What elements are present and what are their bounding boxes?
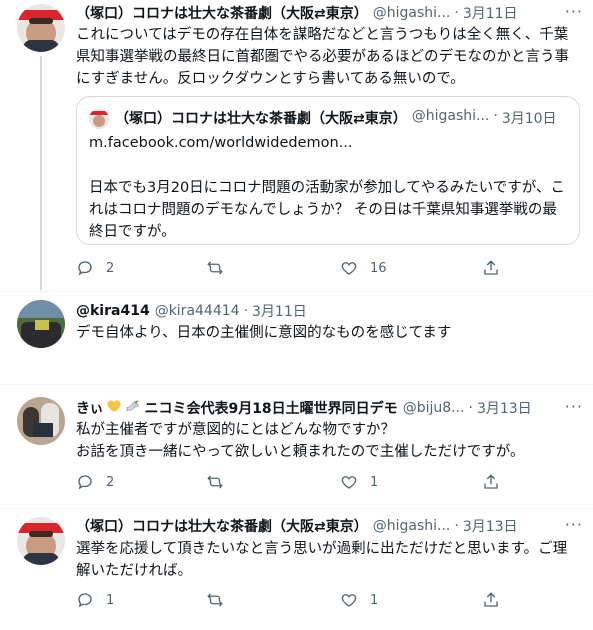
share-button[interactable] (482, 591, 500, 609)
tweet-date[interactable]: 3月11日 (252, 301, 307, 321)
reply-button[interactable]: 2 (76, 259, 114, 277)
reply-icon (78, 261, 92, 276)
reply-button[interactable]: 1 (76, 591, 114, 609)
user-handle[interactable]: @higashi... (373, 518, 451, 534)
action-bar: 1 1 (76, 591, 576, 611)
display-name[interactable]: （塚口）コロナは壮大な茶番劇（大阪⇄東京） (76, 3, 368, 23)
tweet-date[interactable]: 3月11日 (463, 3, 518, 23)
like-button[interactable]: 1 (340, 591, 378, 609)
avatar[interactable] (17, 4, 65, 52)
dove-emoji-icon (125, 398, 141, 418)
reply-icon (78, 475, 92, 490)
share-button[interactable] (482, 259, 500, 277)
like-icon (341, 262, 357, 275)
tweet-header: きぃ ニコミ会代表9月18日土曜世界同日デモ @biju8... · 3月13日 (76, 397, 532, 419)
reply-icon (78, 593, 92, 608)
tweet-4[interactable]: （塚口）コロナは壮大な茶番劇（大阪⇄東京） @higashi... · 3月13… (0, 509, 593, 630)
tweet-2[interactable]: @kira414 @kira44414 · 3月11日 デモ自体より、日本の主催… (0, 292, 593, 384)
quote-link[interactable]: m.facebook.com/worldwidedemon... (89, 135, 353, 151)
reply-count: 2 (106, 260, 115, 276)
like-button[interactable]: 16 (340, 259, 387, 277)
like-count: 16 (370, 260, 387, 276)
tweet-1[interactable]: （塚口）コロナは壮大な茶番劇（大阪⇄東京） @higashi... · 3月11… (0, 0, 593, 290)
share-icon (484, 592, 498, 607)
more-icon[interactable]: ··· (565, 2, 583, 21)
tweet-header: （塚口）コロナは壮大な茶番劇（大阪⇄東京） @higashi... · 3月13… (76, 515, 518, 537)
retweet-icon (207, 261, 223, 275)
display-name-prefix[interactable]: きぃ (76, 398, 103, 418)
reply-count: 2 (106, 474, 115, 490)
tweet-text: 選挙を応援して頂きたいなと言う思いが過剰に出ただけだと思います。ご理解いただけれ… (76, 541, 568, 579)
quote-header: （塚口）コロナは壮大な茶番劇（大阪⇄東京） @higashi... · 3月10… (115, 108, 557, 128)
quoted-tweet[interactable]: （塚口）コロナは壮大な茶番劇（大阪⇄東京） @higashi... · 3月10… (76, 96, 580, 245)
like-count: 1 (370, 474, 379, 490)
display-name[interactable]: （塚口）コロナは壮大な茶番劇（大阪⇄東京） (76, 516, 368, 536)
separator-dot: · (243, 303, 249, 319)
quote-avatar (89, 109, 109, 129)
share-button[interactable] (482, 473, 500, 491)
tweet-date[interactable]: 3月13日 (477, 398, 532, 418)
quote-text: 日本でも3月20日にコロナ問題の活動家が参加してやるみたいですが、これはコロナ問… (89, 180, 566, 240)
more-icon[interactable]: ··· (565, 515, 583, 534)
separator-dot: · (493, 108, 498, 124)
like-icon (341, 476, 357, 489)
action-bar: 2 16 (76, 259, 576, 279)
tweet-text: デモ自体より、日本の主催側に意図的なものを感じてます (76, 325, 452, 341)
separator-dot: · (454, 5, 459, 21)
separator-dot: · (454, 518, 459, 534)
avatar[interactable] (17, 397, 65, 445)
avatar[interactable] (17, 517, 65, 565)
retweet-button[interactable] (206, 259, 236, 277)
retweet-button[interactable] (206, 591, 236, 609)
user-handle[interactable]: @biju8... (403, 400, 465, 416)
action-bar: 2 1 (76, 473, 576, 493)
tweet-text: これについてはデモの存在自体を謀略だなどと言うつもりは全く無く、千葉県知事選挙戦… (76, 27, 569, 87)
quote-date: 3月10日 (501, 111, 557, 127)
quote-display-name: （塚口）コロナは壮大な茶番劇（大阪⇄東京） (115, 111, 407, 127)
reply-count: 1 (106, 592, 115, 608)
heart-emoji-icon (106, 398, 122, 418)
user-handle[interactable]: @kira44414 (155, 303, 240, 319)
more-icon[interactable]: ··· (565, 397, 583, 416)
retweet-icon (207, 593, 223, 607)
display-name[interactable]: @kira414 (76, 303, 150, 319)
reply-button[interactable]: 2 (76, 473, 114, 491)
tweet-header: （塚口）コロナは壮大な茶番劇（大阪⇄東京） @higashi... · 3月11… (76, 2, 518, 24)
thread-line (40, 56, 42, 290)
separator-dot: · (468, 400, 473, 416)
retweet-icon (207, 475, 223, 489)
quote-user-handle: @higashi... (411, 108, 490, 124)
user-handle[interactable]: @higashi... (373, 5, 451, 21)
tweet-text: 私が主催者ですが意図的にとはどんな物ですか？ お話を頂き一緒にやって欲しいと頼ま… (76, 422, 525, 460)
retweet-button[interactable] (206, 473, 236, 491)
tweet-date[interactable]: 3月13日 (463, 516, 518, 536)
tweet-3[interactable]: きぃ ニコミ会代表9月18日土曜世界同日デモ @biju8... · 3月13日… (0, 385, 593, 507)
like-button[interactable]: 1 (340, 473, 378, 491)
like-count: 1 (370, 592, 379, 608)
share-icon (484, 260, 498, 275)
tweet-header: @kira414 @kira44414 · 3月11日 (76, 300, 307, 322)
display-name[interactable]: ニコミ会代表9月18日土曜世界同日デモ (144, 398, 397, 418)
share-icon (484, 474, 498, 489)
avatar[interactable] (17, 300, 65, 348)
like-icon (341, 594, 357, 607)
